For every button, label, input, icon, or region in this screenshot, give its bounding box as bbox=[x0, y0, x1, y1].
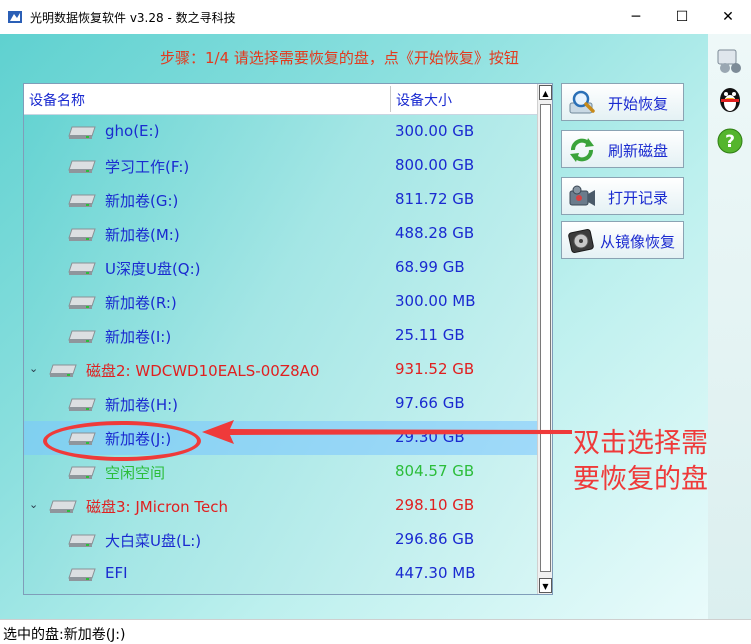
maximize-button[interactable]: ☐ bbox=[659, 0, 705, 34]
device-name: 磁盘2: WDCWD10EALS-00Z8A0 bbox=[86, 362, 320, 380]
device-size: 811.72 GB bbox=[395, 190, 475, 208]
close-button[interactable]: ✕ bbox=[705, 0, 751, 34]
svg-text:?: ? bbox=[725, 132, 735, 152]
device-name: 新加卷(M:) bbox=[105, 226, 180, 244]
device-size: 296.86 GB bbox=[395, 530, 475, 548]
hard-drive-icon bbox=[68, 568, 96, 581]
column-header-name[interactable]: 设备名称 bbox=[29, 90, 85, 110]
refresh-disks-button[interactable]: 刷新磁盘 bbox=[561, 130, 684, 168]
minimize-button[interactable]: ─ bbox=[613, 0, 659, 34]
annotation-line-1: 双击选择需 bbox=[573, 428, 708, 459]
disk-image-icon bbox=[568, 228, 594, 254]
refresh-disks-label: 刷新磁盘 bbox=[608, 142, 669, 160]
annotation-text: 双击选择需 要恢复的盘 bbox=[573, 426, 743, 498]
user-group-icon[interactable] bbox=[715, 46, 745, 76]
device-size: 488.28 GB bbox=[395, 224, 475, 242]
device-name: 大白菜U盘(L:) bbox=[105, 532, 202, 550]
device-name: 新加卷(I:) bbox=[105, 328, 172, 346]
device-name: 新加卷(H:) bbox=[105, 396, 179, 414]
volume-row[interactable]: 新加卷(R:) 300.00 MB bbox=[24, 285, 537, 319]
volume-row[interactable]: 大白菜U盘(L:) 296.86 GB bbox=[24, 523, 537, 557]
selected-disk-status: 选中的盘:新加卷(J:) bbox=[3, 627, 126, 643]
scroll-thumb[interactable] bbox=[540, 104, 551, 572]
volume-row[interactable]: EFI 447.30 MB bbox=[24, 557, 537, 591]
hard-drive-icon bbox=[68, 330, 96, 343]
scroll-up-button[interactable]: ▲ bbox=[539, 85, 552, 100]
penguin-icon[interactable] bbox=[715, 84, 745, 114]
step-hint: 步骤：1/4 请选择需要恢复的盘，点《开始恢复》按钮 bbox=[160, 49, 519, 67]
volume-row[interactable]: gho(E:) 300.00 GB bbox=[24, 115, 537, 149]
device-size: 300.00 MB bbox=[395, 292, 476, 310]
hard-drive-icon bbox=[68, 160, 96, 173]
device-name: EFI bbox=[105, 564, 128, 582]
device-size: 931.52 GB bbox=[395, 360, 475, 378]
annotation-line-2: 要恢复的盘 bbox=[573, 464, 708, 495]
device-list[interactable]: 设备名称 设备大小 gho(E:) 300.00 GB 学习工作(F:) 800.00… bbox=[23, 83, 553, 595]
refresh-arrows-icon bbox=[570, 138, 594, 162]
volume-row[interactable]: 新加卷(M:) 488.28 GB bbox=[24, 217, 537, 251]
device-name: 新加卷(R:) bbox=[105, 294, 177, 312]
device-name: 空闲空间 bbox=[105, 464, 166, 482]
volume-row[interactable]: 学习工作(F:) 800.00 GB bbox=[24, 149, 537, 183]
window-title: 光明数据恢复软件 v3.28 - 数之寻科技 bbox=[30, 11, 236, 25]
volume-row[interactable]: U深度U盘(Q:) 68.99 GB bbox=[24, 251, 537, 285]
hard-drive-icon bbox=[68, 194, 96, 207]
app-icon bbox=[8, 11, 22, 23]
device-name: 新加卷(G:) bbox=[105, 192, 179, 210]
start-recovery-label: 开始恢复 bbox=[608, 95, 669, 113]
column-divider[interactable] bbox=[390, 86, 391, 112]
selection-highlight-ellipse bbox=[43, 421, 201, 461]
device-size: 298.10 GB bbox=[395, 496, 475, 514]
hard-drive-icon bbox=[68, 262, 96, 275]
device-size: 804.57 GB bbox=[395, 462, 475, 480]
side-panel: ? bbox=[708, 34, 751, 619]
device-name: 磁盘3: JMicron Tech bbox=[86, 498, 229, 516]
chevron-down-icon[interactable]: ⌄ bbox=[29, 362, 38, 375]
device-name: gho(E:) bbox=[105, 122, 160, 140]
hard-drive-icon bbox=[68, 296, 96, 309]
start-recovery-button[interactable]: 开始恢复 bbox=[561, 83, 684, 121]
hard-drive-icon bbox=[68, 228, 96, 241]
open-record-button[interactable]: 打开记录 bbox=[561, 177, 684, 215]
magnifier-icon bbox=[569, 90, 595, 114]
hard-drive-icon bbox=[49, 364, 77, 377]
device-size: 97.66 GB bbox=[395, 394, 465, 412]
device-size: 300.00 GB bbox=[395, 122, 475, 140]
restore-from-image-label: 从镜像恢复 bbox=[600, 233, 676, 251]
device-name: 学习工作(F:) bbox=[105, 158, 190, 176]
title-bar: 光明数据恢复软件 v3.28 - 数之寻科技 ─ ☐ ✕ bbox=[0, 0, 751, 34]
scroll-down-button[interactable]: ▼ bbox=[539, 578, 552, 593]
status-bar: 选中的盘:新加卷(J:) bbox=[0, 619, 751, 644]
volume-row[interactable]: 新加卷(G:) 811.72 GB bbox=[24, 183, 537, 217]
column-header-size[interactable]: 设备大小 bbox=[396, 90, 452, 110]
volume-row[interactable]: 新加卷(I:) 25.11 GB bbox=[24, 319, 537, 353]
hard-drive-icon bbox=[68, 126, 96, 139]
chevron-down-icon[interactable]: ⌄ bbox=[29, 498, 38, 511]
device-size: 68.99 GB bbox=[395, 258, 465, 276]
hard-drive-icon bbox=[49, 500, 77, 513]
hard-drive-icon bbox=[68, 534, 96, 547]
main-panel: 步骤：1/4 请选择需要恢复的盘，点《开始恢复》按钮 设备名称 设备大小 gho… bbox=[0, 34, 708, 619]
open-record-label: 打开记录 bbox=[608, 189, 669, 207]
device-size: 800.00 GB bbox=[395, 156, 475, 174]
list-header: 设备名称 设备大小 bbox=[24, 84, 537, 115]
disk-row[interactable]: ⌄ 磁盘3: JMicron Tech 298.10 GB bbox=[24, 489, 537, 523]
hard-drive-icon bbox=[68, 398, 96, 411]
disk-row[interactable]: ⌄ 磁盘2: WDCWD10EALS-00Z8A0 931.52 GB bbox=[24, 353, 537, 387]
device-size: 25.11 GB bbox=[395, 326, 465, 344]
vertical-scrollbar[interactable]: ▲ ▼ bbox=[537, 84, 552, 594]
help-icon[interactable]: ? bbox=[715, 126, 745, 156]
device-name: U深度U盘(Q:) bbox=[105, 260, 201, 278]
annotation-arrow-icon bbox=[202, 420, 572, 444]
hard-drive-icon bbox=[68, 466, 96, 479]
device-size: 447.30 MB bbox=[395, 564, 476, 582]
restore-from-image-button[interactable]: 从镜像恢复 bbox=[561, 221, 684, 259]
camera-icon bbox=[569, 185, 595, 206]
volume-row[interactable]: 新加卷(H:) 97.66 GB bbox=[24, 387, 537, 421]
